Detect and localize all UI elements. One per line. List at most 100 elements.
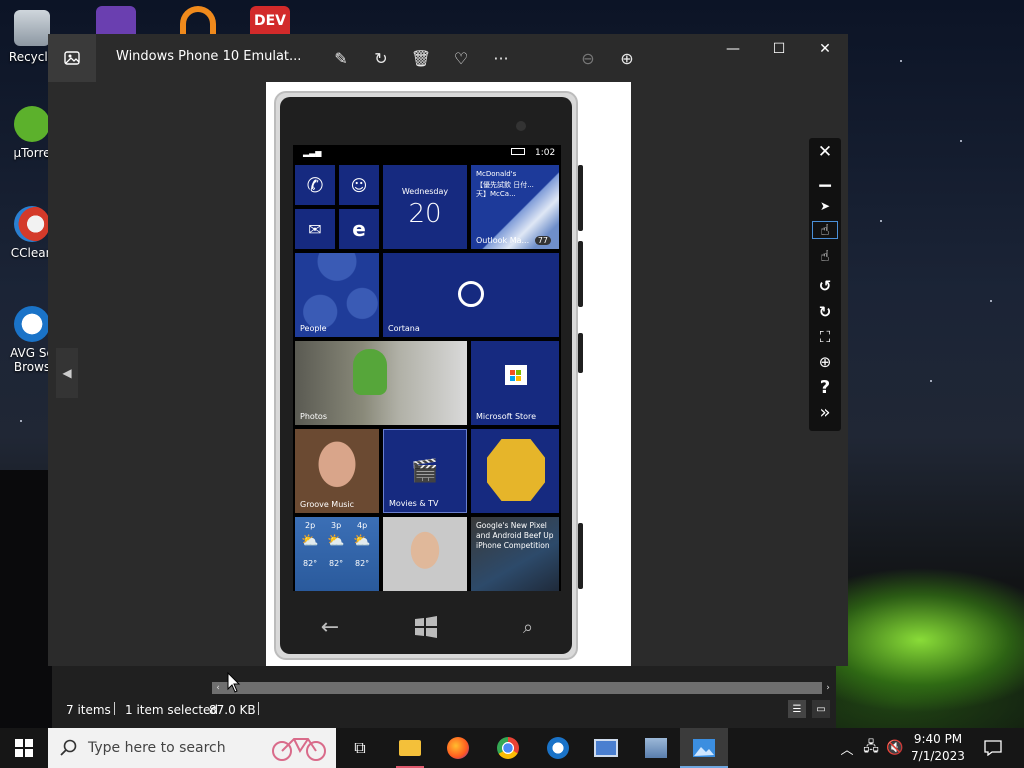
item-count: 7 items xyxy=(66,703,111,717)
taskbar-remote-desktop[interactable] xyxy=(582,728,630,768)
zoom-in-button[interactable]: ⊕ xyxy=(614,46,640,70)
zoom-icon[interactable]: ⊕ xyxy=(809,350,841,374)
more-options-button[interactable]: ··· xyxy=(488,46,514,70)
phone-screen[interactable]: ▂▃▅ 1:02 ✆ ☺ ✉ e Wednesday 20 McDonald's xyxy=(293,145,561,591)
store-icon xyxy=(505,365,527,385)
search-icon xyxy=(60,739,77,756)
volume-muted-icon[interactable]: 🔇 xyxy=(884,728,906,768)
tile-calendar[interactable]: Wednesday 20 xyxy=(383,165,467,249)
single-touch-icon[interactable]: ☝ xyxy=(809,218,841,242)
taskbar-search-box[interactable]: Type here to search xyxy=(48,728,336,768)
action-center-button[interactable] xyxy=(978,728,1008,768)
close-button[interactable]: ✕ xyxy=(802,34,848,64)
favorite-button[interactable]: ♡ xyxy=(448,46,474,70)
tile-groove-music[interactable]: Groove Music xyxy=(295,429,379,513)
calendar-date: 20 xyxy=(408,199,442,229)
tile-game[interactable] xyxy=(471,429,559,513)
windows-logo-icon xyxy=(15,739,33,757)
tile-microsoft-store[interactable]: Microsoft Store xyxy=(471,341,559,425)
status-separator xyxy=(114,702,115,715)
rotate-left-icon[interactable]: ↺ xyxy=(809,274,841,298)
scroll-right-icon[interactable]: › xyxy=(822,682,834,694)
file-explorer-strip: ‹ › 7 items 1 item selected 87.0 KB ☰ ▭ xyxy=(52,666,836,728)
windows-start-icon[interactable] xyxy=(406,607,446,647)
taskbar-avg-browser[interactable] xyxy=(534,728,582,768)
minimize-button[interactable]: — xyxy=(710,34,756,64)
emulator-close-icon[interactable]: ✕ xyxy=(809,140,841,164)
dev-icon[interactable]: DEV xyxy=(250,6,290,34)
edge-icon: e xyxy=(352,217,366,241)
large-icons-view-icon[interactable]: ▭ xyxy=(812,700,830,718)
delete-button[interactable]: 🗑 xyxy=(408,46,434,70)
side-button xyxy=(578,333,583,373)
tile-label: Movies & TV xyxy=(389,499,439,508)
camera-icon xyxy=(516,121,526,131)
emulator-toolbar: ✕ ▁ ➤ ☝ ☝ ↺ ↻ ⛶ ⊕ ? » xyxy=(809,138,841,431)
photos-window: Windows Phone 10 Emulat... ✎ ↻ 🗑 ♡ ··· ⊖… xyxy=(48,34,848,666)
edit-button[interactable]: ✎ xyxy=(328,46,354,70)
status-bar: 7 items 1 item selected 87.0 KB ☰ ▭ xyxy=(52,698,836,720)
network-icon[interactable]: 🖧 xyxy=(860,728,882,768)
tile-weather[interactable]: 2p 3p 4p ⛅ ⛅ ⛅ 82° 82° 82° xyxy=(295,517,379,591)
clock-date: 7/1/2023 xyxy=(911,749,965,763)
tile-label: Groove Music xyxy=(300,500,355,509)
tile-people[interactable]: People xyxy=(295,253,379,337)
scroll-left-icon[interactable]: ‹ xyxy=(212,682,224,694)
details-view-icon[interactable]: ☰ xyxy=(788,700,806,718)
partly-sunny-icon: ⛅ xyxy=(327,533,345,549)
tile-edge[interactable]: e xyxy=(339,209,379,249)
avg-browser-icon xyxy=(14,306,50,342)
fit-to-screen-icon[interactable]: ⛶ xyxy=(809,325,841,349)
mail-count-badge: 77 xyxy=(534,236,551,245)
emulator-minimize-icon[interactable]: ▁ xyxy=(809,166,841,190)
cortana-icon xyxy=(458,281,484,307)
back-arrow-icon[interactable]: ← xyxy=(310,607,350,647)
tile-cortana[interactable]: Cortana xyxy=(383,253,559,337)
horizontal-scrollbar[interactable]: ‹ › xyxy=(212,682,834,694)
help-icon[interactable]: ? xyxy=(809,375,841,399)
tile-label: Outlook Ma... xyxy=(476,236,530,245)
utorrent-icon xyxy=(14,106,50,142)
task-view-button[interactable]: ⧉ xyxy=(336,728,384,768)
origin-icon[interactable] xyxy=(180,6,216,34)
rotate-button[interactable]: ↻ xyxy=(368,46,394,70)
tile-news[interactable]: Google's New Pixel and Android Beef Up i… xyxy=(471,517,559,591)
tile-messaging[interactable]: ✉ xyxy=(295,209,335,249)
taskbar-network-tool[interactable] xyxy=(632,728,680,768)
show-hidden-icons-icon[interactable]: ︿ xyxy=(838,728,856,768)
star xyxy=(880,220,882,222)
taskbar-chrome[interactable] xyxy=(484,728,532,768)
multi-touch-icon[interactable]: ☝ xyxy=(809,244,841,268)
tile-outlook-mail[interactable]: McDonald's 【優先試飲 日付...天】McCa... Outlook … xyxy=(471,165,559,249)
tile-label: Cortana xyxy=(388,324,420,333)
taskbar-clock[interactable]: 9:40 PM 7/1/2023 xyxy=(906,731,970,765)
tile-movies-tv[interactable]: 🎬 Movies & TV xyxy=(383,429,467,513)
calendar-day: Wednesday xyxy=(401,187,449,196)
reddit-icon: ☺ xyxy=(350,175,368,195)
taskbar-file-explorer[interactable] xyxy=(386,728,434,768)
tile-phone[interactable]: ✆ xyxy=(295,165,335,205)
folder-icon xyxy=(399,740,421,756)
camera-button xyxy=(578,523,583,589)
tile-contact-photo[interactable] xyxy=(383,517,467,591)
maximize-button[interactable]: ☐ xyxy=(756,34,802,64)
start-button[interactable] xyxy=(0,728,48,768)
tile-label: People xyxy=(300,324,327,333)
taskbar-firefox[interactable] xyxy=(434,728,482,768)
coin-image xyxy=(487,439,545,501)
rotate-right-icon[interactable]: ↻ xyxy=(809,300,841,324)
tile-label: Photos xyxy=(300,412,327,421)
phone-body: ▂▃▅ 1:02 ✆ ☺ ✉ e Wednesday 20 McDonald's xyxy=(280,97,572,654)
star xyxy=(900,60,902,62)
taskbar-photos[interactable] xyxy=(680,728,728,768)
additional-tools-icon[interactable]: » xyxy=(809,400,841,424)
tile-photos[interactable]: Photos xyxy=(295,341,467,425)
photos-app-icon[interactable] xyxy=(48,34,96,82)
previous-image-button[interactable]: ◀ xyxy=(56,348,78,398)
pointer-icon[interactable]: ➤ xyxy=(809,194,841,218)
search-icon[interactable]: ⌕ xyxy=(508,607,548,647)
weather-temp: 82° xyxy=(329,559,344,568)
tile-reddit[interactable]: ☺ xyxy=(339,165,379,205)
zoom-out-button[interactable]: ⊖ xyxy=(575,46,601,70)
visual-studio-icon[interactable] xyxy=(96,6,136,34)
